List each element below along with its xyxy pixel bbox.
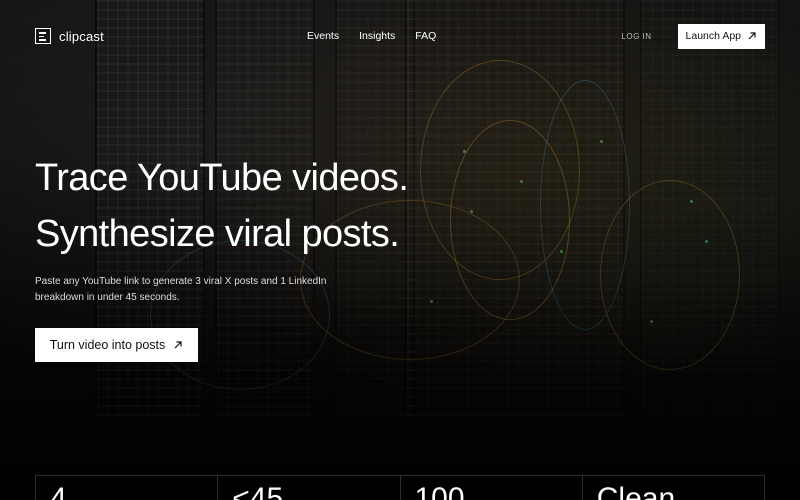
nav-item-insights[interactable]: Insights (359, 30, 395, 42)
document-lines-icon (35, 28, 51, 44)
main-nav: Events Insights FAQ (307, 30, 436, 42)
brand-name: clipcast (59, 28, 104, 44)
stat-value: 4 (50, 482, 67, 500)
brand-logo[interactable]: clipcast (35, 28, 104, 44)
login-link[interactable]: LOG IN (621, 32, 651, 41)
arrow-up-right-icon (748, 32, 756, 40)
launch-app-label: Launch App (685, 30, 741, 42)
hero-heading-line1: Trace YouTube videos. (35, 157, 409, 199)
stat-card: 4 (36, 476, 219, 500)
top-navbar: clipcast Events Insights FAQ LOG IN Laun… (0, 0, 800, 72)
stat-card: <45 (218, 476, 401, 500)
arrow-up-right-icon (174, 341, 182, 349)
hero-subtitle: Paste any YouTube link to generate 3 vir… (35, 276, 327, 303)
turn-video-into-posts-button[interactable]: Turn video into posts (35, 328, 198, 362)
nav-item-faq[interactable]: FAQ (415, 30, 436, 42)
hero-heading-line2: Synthesize viral posts. (35, 213, 400, 255)
stat-card: Clean (583, 476, 764, 500)
nav-item-events[interactable]: Events (307, 30, 339, 42)
hero-section: Trace YouTube videos. Synthesize viral p… (35, 150, 409, 362)
stat-value: 100 (414, 482, 465, 500)
stat-card: 100 (401, 476, 583, 500)
stat-value: <45 (232, 482, 284, 500)
stat-value: Clean (596, 482, 676, 500)
cta-label: Turn video into posts (49, 338, 166, 352)
launch-app-button[interactable]: Launch App (677, 23, 765, 49)
stats-strip: 4 <45 100 Clean (35, 475, 765, 500)
